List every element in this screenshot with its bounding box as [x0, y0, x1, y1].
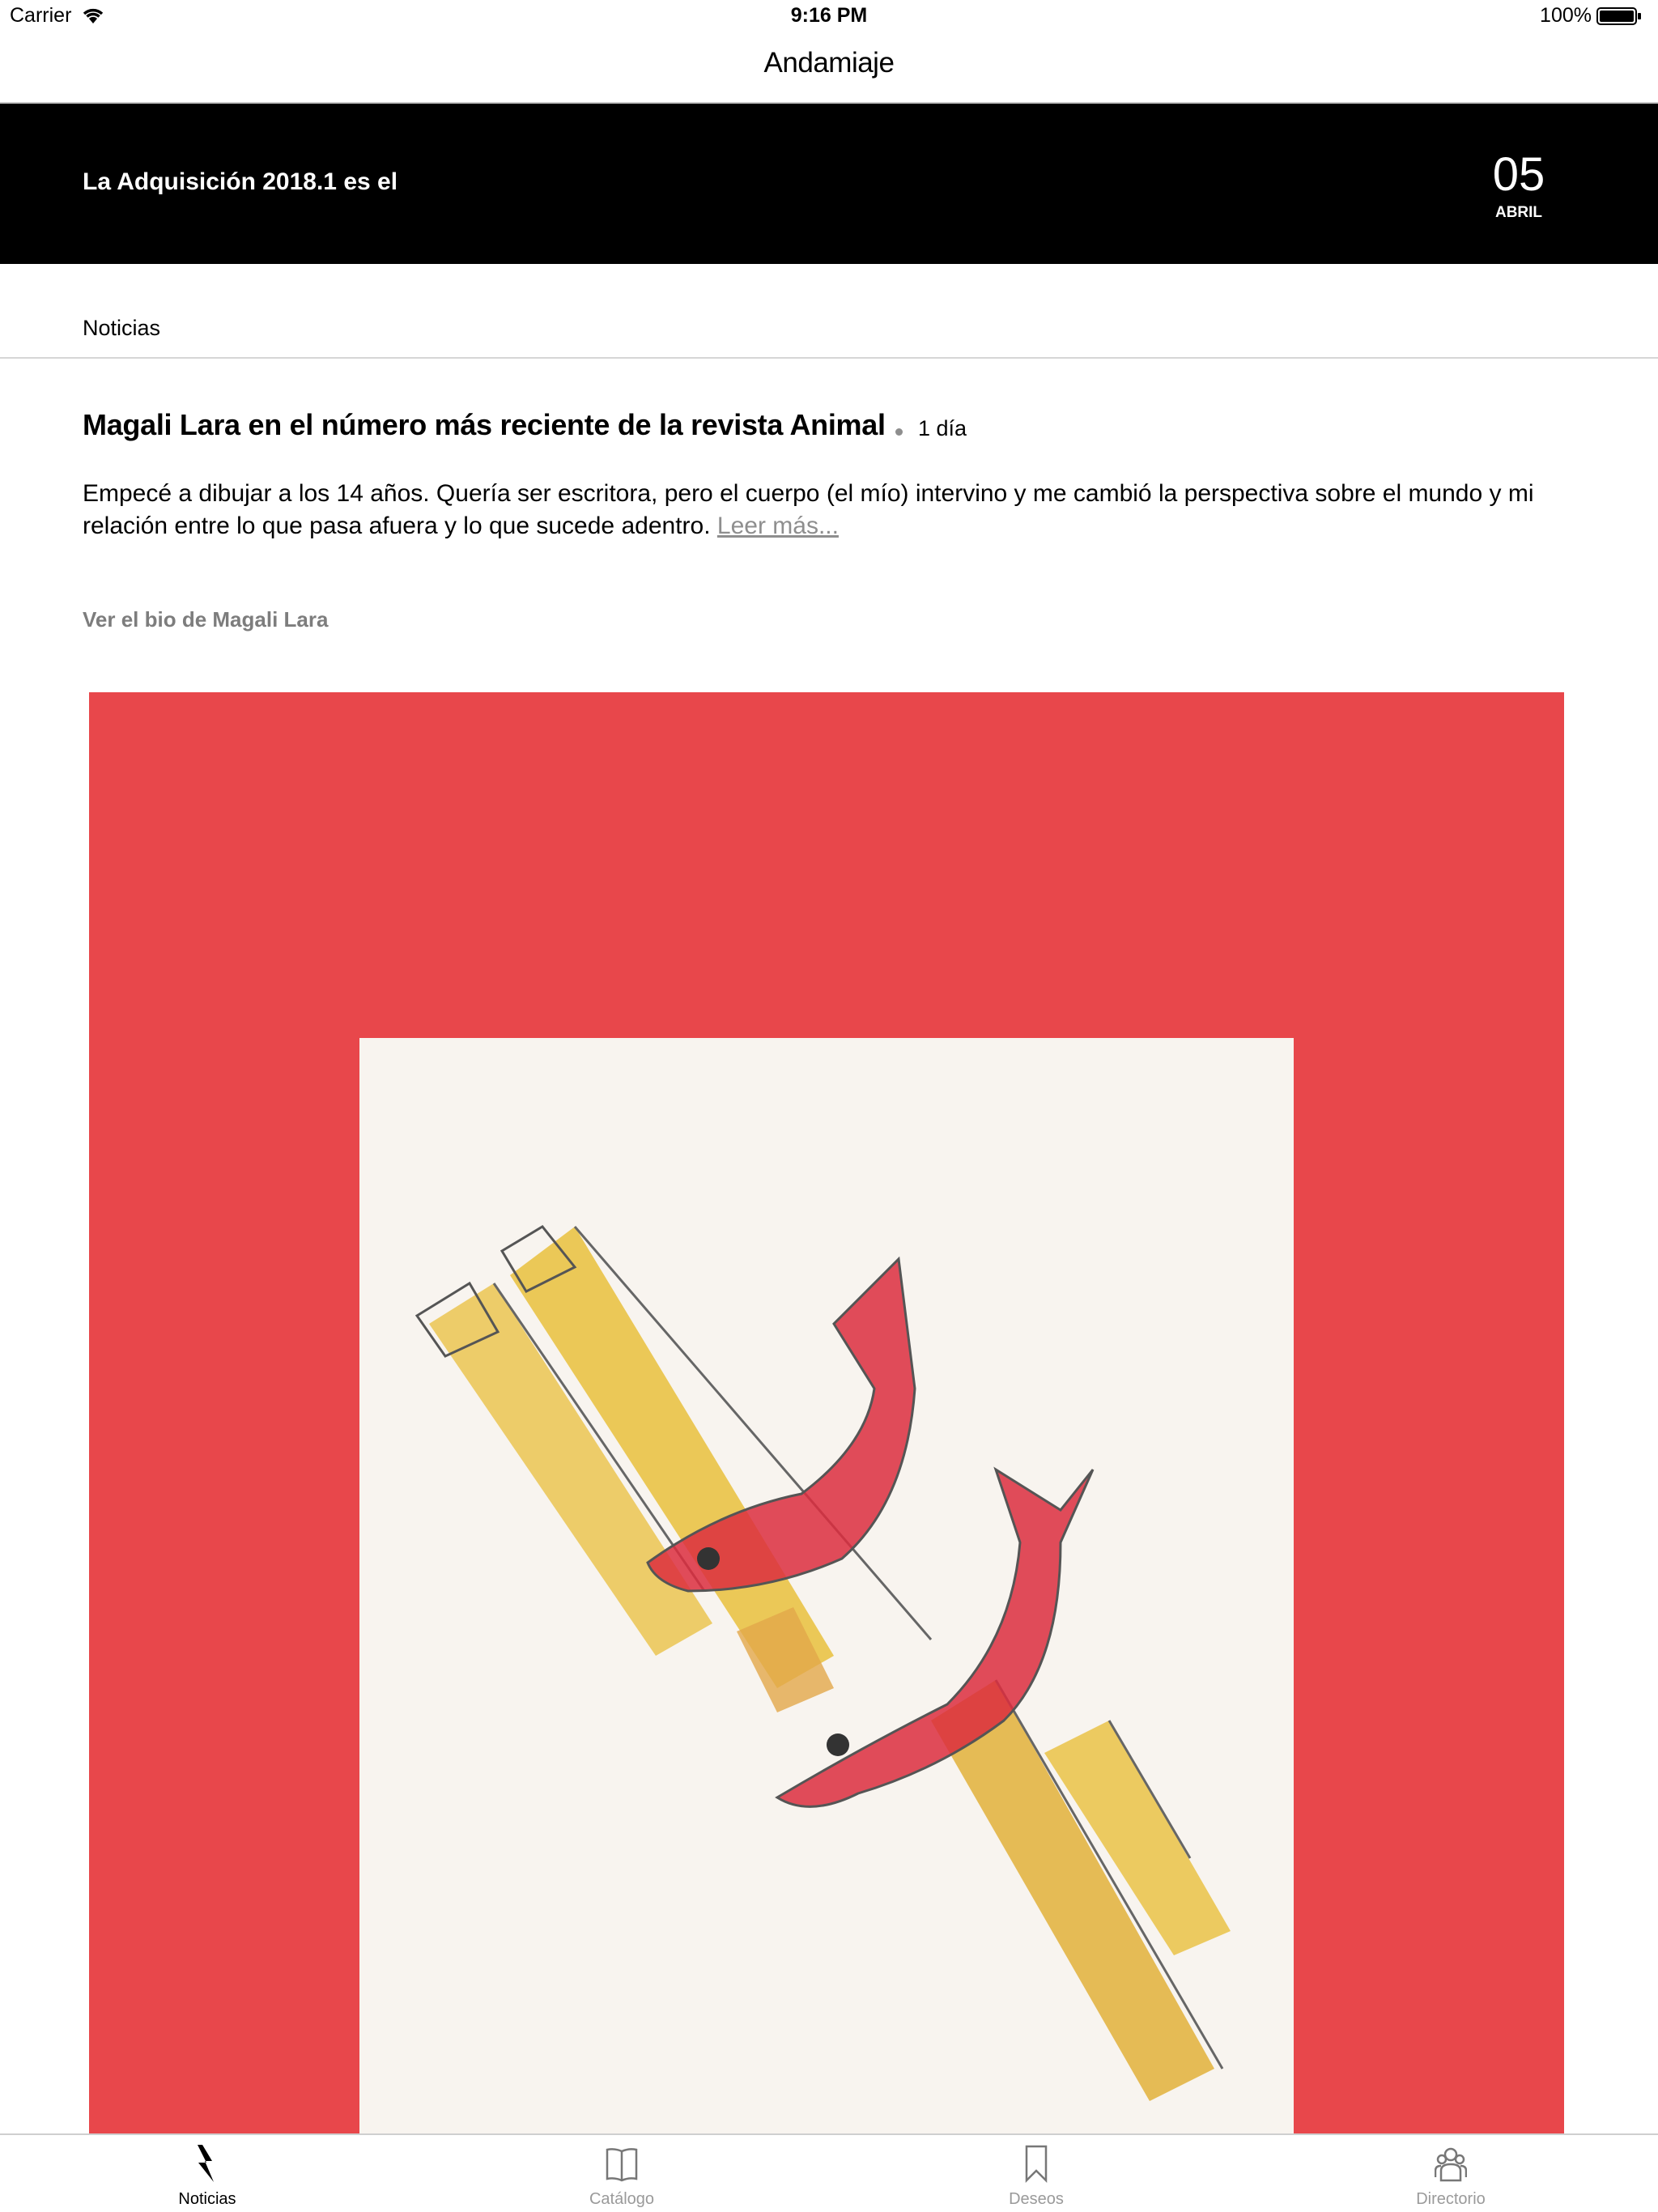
- tab-label: Deseos: [1009, 2190, 1064, 2208]
- featured-banner[interactable]: La Adquisición 2018.1 es el 05 ABRIL: [0, 104, 1658, 264]
- section-divider: [0, 357, 1658, 359]
- read-more-link[interactable]: Leer más...: [717, 513, 839, 539]
- app-title: Andamiaje: [763, 47, 895, 79]
- bookmark-icon: [1025, 2145, 1048, 2184]
- tab-label: Directorio: [1416, 2190, 1486, 2208]
- tab-label: Noticias: [178, 2190, 236, 2208]
- tab-noticias[interactable]: Noticias: [0, 2135, 414, 2212]
- people-icon: [1435, 2147, 1467, 2182]
- banner-date-day: 05: [1492, 148, 1545, 201]
- tab-bar: Noticias Catálogo Deseos Directorio: [0, 2133, 1658, 2212]
- article-image[interactable]: [89, 692, 1564, 2133]
- tab-directorio[interactable]: Directorio: [1244, 2135, 1658, 2212]
- lightning-icon: [198, 2145, 214, 2182]
- tab-label: Catálogo: [589, 2190, 655, 2208]
- book-icon: [606, 2148, 638, 2182]
- article-title[interactable]: Magali Lara en el número más reciente de…: [83, 408, 886, 442]
- article-body: Empecé a dibujar a los 14 años. Quería s…: [83, 478, 1596, 542]
- section-title: Noticias: [83, 316, 161, 340]
- bio-link[interactable]: Ver el bio de Magali Lara: [83, 607, 328, 632]
- battery-percentage: 100%: [1540, 4, 1592, 27]
- separator-dot: [895, 428, 903, 436]
- battery-icon: [1596, 7, 1641, 25]
- article-age: 1 día: [918, 416, 967, 440]
- fish-drawing-icon: [414, 1225, 1231, 2101]
- status-time: 9:16 PM: [790, 4, 868, 27]
- status-bar: Carrier 9:16 PM 100%: [0, 0, 1658, 32]
- banner-date-month: ABRIL: [1494, 204, 1543, 221]
- tab-catalogo[interactable]: Catálogo: [414, 2135, 829, 2212]
- banner-headline: La Adquisición 2018.1 es el: [83, 168, 398, 195]
- tab-deseos[interactable]: Deseos: [829, 2135, 1244, 2212]
